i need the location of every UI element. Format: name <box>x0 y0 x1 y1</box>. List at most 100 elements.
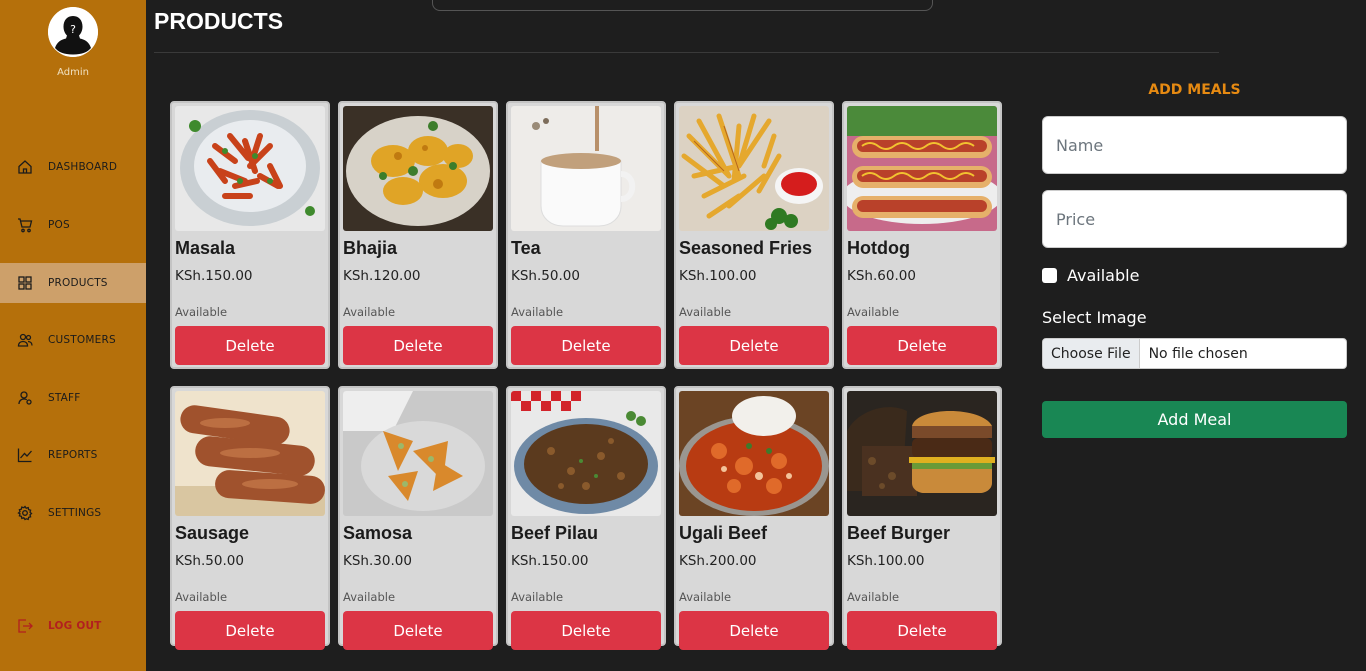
product-image <box>175 106 325 231</box>
product-card: Beef Pilau KSh.150.00 Available Delete <box>506 386 666 650</box>
product-status: Available <box>847 305 900 319</box>
home-icon <box>16 158 34 176</box>
product-price: KSh.120.00 <box>343 268 421 284</box>
sidebar-item-label: REPORTS <box>48 449 98 461</box>
delete-button[interactable]: Delete <box>847 326 997 365</box>
sidebar-item-dashboard[interactable]: DASHBOARD <box>0 147 146 187</box>
sidebar-item-settings[interactable]: SETTINGS <box>0 493 146 533</box>
product-status: Available <box>511 590 564 604</box>
product-image <box>511 106 661 231</box>
product-image <box>847 391 997 516</box>
product-name: Bhajia <box>343 238 398 258</box>
logout-label: LOG OUT <box>48 620 102 632</box>
delete-button[interactable]: Delete <box>511 611 661 650</box>
product-image <box>175 391 325 516</box>
product-card: Masala KSh.150.00 Available Delete <box>170 101 330 369</box>
user-role-label: Admin <box>57 67 89 78</box>
delete-button[interactable]: Delete <box>343 326 493 365</box>
product-status: Available <box>679 590 732 604</box>
available-label: Available <box>1067 266 1140 285</box>
select-image-label: Select Image <box>1042 308 1147 327</box>
available-row: Available <box>1042 266 1139 285</box>
product-name: Hotdog <box>847 238 910 258</box>
sidebar-item-products[interactable]: PRODUCTS <box>0 263 146 303</box>
sidebar-item-label: DASHBOARD <box>48 161 118 173</box>
meal-name-input[interactable] <box>1042 116 1347 174</box>
file-status-text: No file chosen <box>1148 345 1248 362</box>
sidebar: ? Admin DASHBOARD POS PRODUCTS CUSTOMERS… <box>0 0 146 671</box>
product-image <box>679 391 829 516</box>
product-price: KSh.200.00 <box>679 553 757 569</box>
sidebar-item-reports[interactable]: REPORTS <box>0 435 146 475</box>
delete-button[interactable]: Delete <box>679 611 829 650</box>
product-name: Seasoned Fries <box>679 238 813 258</box>
delete-button[interactable]: Delete <box>343 611 493 650</box>
product-status: Available <box>175 305 228 319</box>
gear-icon <box>16 504 34 522</box>
sidebar-item-label: POS <box>48 219 70 231</box>
sidebar-item-customers[interactable]: CUSTOMERS <box>0 320 146 360</box>
image-file-input[interactable]: Choose File No file chosen <box>1042 338 1347 369</box>
users-icon <box>16 331 34 349</box>
product-card: Samosa KSh.30.00 Available Delete <box>338 386 498 650</box>
staff-icon <box>16 389 34 407</box>
product-name: Samosa <box>343 523 413 543</box>
delete-button[interactable]: Delete <box>175 611 325 650</box>
add-meal-button[interactable]: Add Meal <box>1042 401 1347 438</box>
product-image <box>511 391 661 516</box>
product-card: Ugali Beef KSh.200.00 Available Delete <box>674 386 834 650</box>
product-status: Available <box>343 305 396 319</box>
product-price: KSh.150.00 <box>511 553 589 569</box>
product-name: Beef Burger <box>847 523 951 543</box>
product-price: KSh.30.00 <box>343 553 412 569</box>
svg-text:?: ? <box>70 23 76 36</box>
product-name: Masala <box>175 238 236 258</box>
product-price: KSh.100.00 <box>679 268 757 284</box>
logout-button[interactable]: LOG OUT <box>0 606 146 646</box>
product-price: KSh.60.00 <box>847 268 916 284</box>
header-divider <box>154 52 1219 53</box>
sidebar-item-label: SETTINGS <box>48 507 102 519</box>
available-checkbox[interactable] <box>1042 268 1057 283</box>
product-card: Bhajia KSh.120.00 Available Delete <box>338 101 498 369</box>
product-price: KSh.100.00 <box>847 553 925 569</box>
delete-button[interactable]: Delete <box>679 326 829 365</box>
sidebar-item-pos[interactable]: POS <box>0 205 146 245</box>
product-name: Sausage <box>175 523 250 543</box>
cart-icon <box>16 216 34 234</box>
product-image <box>679 106 829 231</box>
product-price: KSh.50.00 <box>175 553 244 569</box>
delete-button[interactable]: Delete <box>847 611 997 650</box>
delete-button[interactable]: Delete <box>175 326 325 365</box>
sidebar-item-staff[interactable]: STAFF <box>0 378 146 418</box>
product-name: Tea <box>511 238 541 258</box>
product-card: Sausage KSh.50.00 Available Delete <box>170 386 330 650</box>
product-image <box>847 106 997 231</box>
product-price: KSh.50.00 <box>511 268 580 284</box>
product-status: Available <box>511 305 564 319</box>
delete-button[interactable]: Delete <box>511 326 661 365</box>
product-status: Available <box>679 305 732 319</box>
product-card: Beef Burger KSh.100.00 Available Delete <box>842 386 1002 650</box>
avatar: ? <box>48 7 98 57</box>
product-card: Tea KSh.50.00 Available Delete <box>506 101 666 369</box>
product-name: Ugali Beef <box>679 523 768 543</box>
product-status: Available <box>343 590 396 604</box>
add-meals-title: ADD MEALS <box>1148 82 1241 98</box>
choose-file-button[interactable]: Choose File <box>1043 339 1140 368</box>
product-image <box>343 106 493 231</box>
meal-price-input[interactable] <box>1042 190 1347 248</box>
product-card: Hotdog KSh.60.00 Available Delete <box>842 101 1002 369</box>
product-image <box>343 391 493 516</box>
sidebar-item-label: PRODUCTS <box>48 277 108 289</box>
product-card: Seasoned Fries KSh.100.00 Available Dele… <box>674 101 834 369</box>
sidebar-item-label: CUSTOMERS <box>48 334 116 346</box>
product-status: Available <box>175 590 228 604</box>
top-search-bar[interactable] <box>432 0 933 11</box>
logout-icon <box>16 617 34 635</box>
chart-icon <box>16 446 34 464</box>
grid-icon <box>16 274 34 292</box>
product-price: KSh.150.00 <box>175 268 253 284</box>
product-status: Available <box>847 590 900 604</box>
page-title: PRODUCTS <box>154 8 284 34</box>
